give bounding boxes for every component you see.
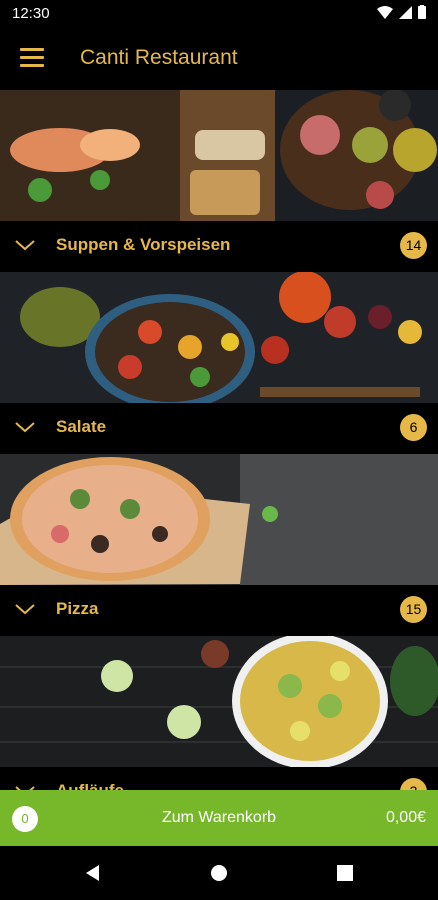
back-icon[interactable]: [84, 864, 102, 882]
wifi-icon: [377, 5, 393, 19]
category-item: Suppen & Vorspeisen 14: [0, 90, 438, 272]
status-time: 12:30: [12, 5, 50, 22]
category-count-badge: 14: [400, 232, 427, 259]
hamburger-menu-icon[interactable]: [20, 48, 44, 70]
category-label: Aufläufe: [56, 781, 124, 790]
category-header-salate[interactable]: Salate 6: [0, 403, 438, 454]
home-icon[interactable]: [210, 864, 228, 882]
system-nav-bar: [0, 846, 438, 900]
category-count-badge: 15: [400, 596, 427, 623]
category-label: Suppen & Vorspeisen: [56, 235, 231, 254]
category-item: Pizza 15: [0, 454, 438, 636]
app-title: Canti Restaurant: [80, 46, 238, 69]
cart-button[interactable]: 0 Zum Warenkorb 0,00€: [0, 790, 438, 846]
status-icons: [377, 5, 426, 19]
category-label: Salate: [56, 417, 107, 436]
signal-icon: [399, 5, 412, 19]
app-bar: Canti Restaurant: [0, 28, 438, 90]
category-header-suppen[interactable]: Suppen & Vorspeisen 14: [0, 221, 438, 272]
category-image[interactable]: [0, 636, 438, 767]
category-image[interactable]: [0, 90, 438, 221]
cart-label: Zum Warenkorb: [161, 809, 277, 826]
category-header-pizza[interactable]: Pizza 15: [0, 585, 438, 636]
category-image[interactable]: [0, 454, 438, 585]
category-item: Aufläufe 3: [0, 636, 438, 790]
category-image[interactable]: [0, 272, 438, 403]
chevron-down-icon: [15, 422, 35, 433]
category-count-badge: 3: [400, 778, 427, 790]
category-header-auflaeufe[interactable]: Aufläufe 3: [0, 767, 438, 790]
chevron-down-icon: [15, 786, 35, 790]
category-item: Salate 6: [0, 272, 438, 454]
chevron-down-icon: [15, 604, 35, 615]
category-list: Suppen & Vorspeisen 14 Salate 6 Pizza 15: [0, 90, 438, 790]
category-count-badge: 6: [400, 414, 427, 441]
category-label: Pizza: [56, 599, 99, 618]
battery-icon: [418, 5, 426, 19]
recents-icon[interactable]: [336, 864, 354, 882]
status-bar: 12:30: [0, 0, 438, 28]
cart-total: 0,00€: [385, 809, 426, 826]
chevron-down-icon: [15, 240, 35, 251]
